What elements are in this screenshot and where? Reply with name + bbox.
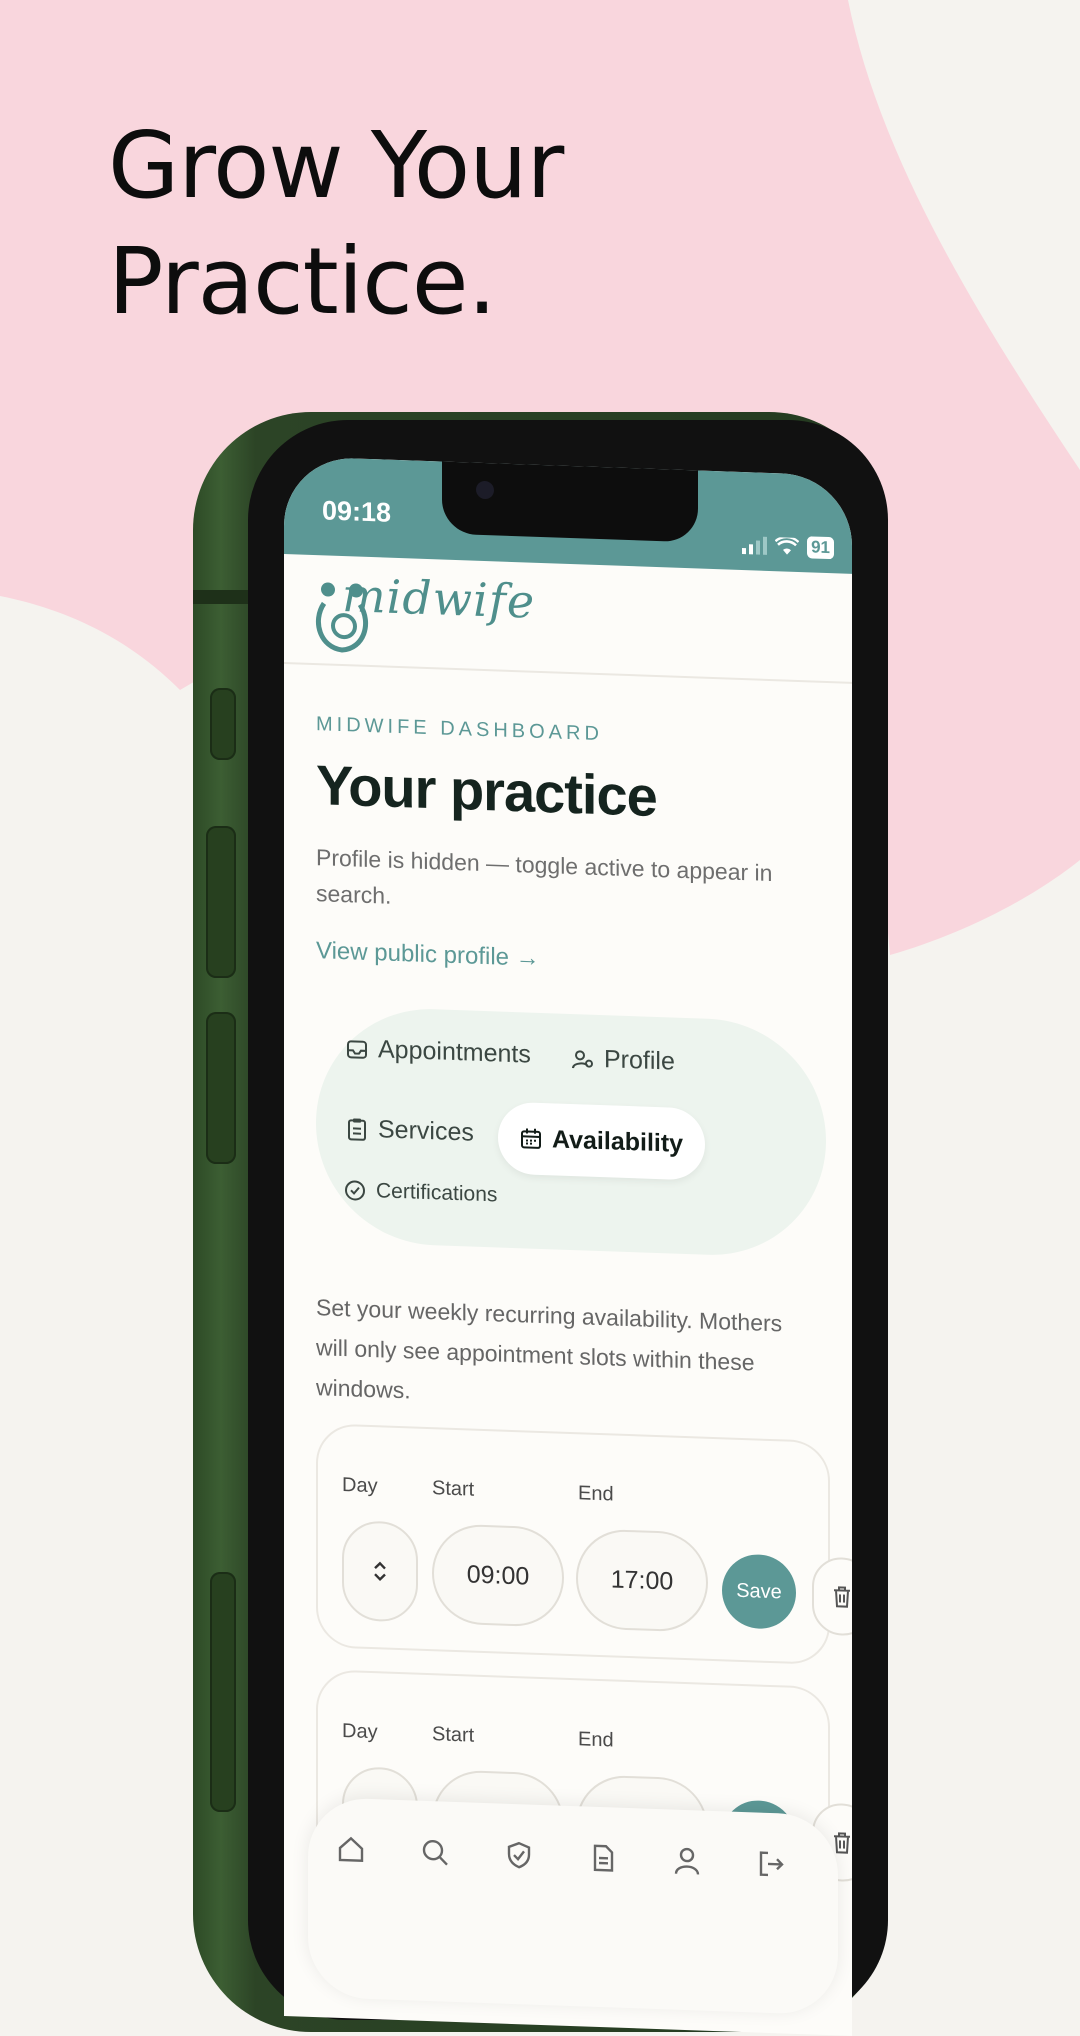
end-time-input[interactable]: 17:00 — [576, 1528, 708, 1633]
mute-switch — [210, 688, 236, 760]
tab-appointments[interactable]: Appointments — [346, 1034, 531, 1069]
tab-appointments-label: Appointments — [378, 1035, 531, 1069]
battery-indicator: 91 — [807, 536, 834, 560]
document-icon — [593, 1844, 614, 1872]
end-label: End — [578, 1482, 614, 1506]
nav-logout[interactable] — [756, 1848, 786, 1884]
day-select[interactable] — [342, 1520, 418, 1623]
view-public-profile-link[interactable]: View public profile → — [316, 937, 540, 973]
dashboard-header: MIDWIFE DASHBOARD Your practice Profile … — [316, 713, 826, 983]
calendar-icon — [521, 1128, 541, 1149]
day-label: Day — [342, 1720, 378, 1744]
logout-icon — [759, 1851, 784, 1877]
shield-check-icon — [507, 1841, 531, 1869]
save-button[interactable]: Save — [722, 1553, 796, 1630]
status-icons: 91 — [742, 534, 834, 560]
user-icon — [674, 1847, 700, 1875]
tab-profile[interactable]: Profile — [572, 1044, 675, 1077]
volume-down-button — [206, 1012, 236, 1164]
headline-line-1: Grow Your — [108, 112, 564, 219]
notch — [442, 456, 698, 543]
trash-icon — [834, 1586, 850, 1608]
headline: Grow Your Practice. — [108, 108, 564, 340]
chevron-up-down-icon — [374, 1561, 386, 1582]
clipboard-icon — [348, 1117, 366, 1141]
trash-icon — [834, 1832, 850, 1854]
nav-search[interactable] — [420, 1837, 450, 1873]
signal-icon — [742, 536, 768, 555]
tab-services[interactable]: Services — [346, 1114, 474, 1147]
page-title: Your practice — [316, 753, 657, 829]
availability-description: Set your weekly recurring availability. … — [316, 1294, 783, 1404]
inbox-icon — [347, 1039, 367, 1059]
bottom-nav — [308, 1796, 838, 2016]
day-label: Day — [342, 1474, 378, 1498]
tab-availability-label: Availability — [552, 1124, 684, 1158]
nav-profile[interactable] — [672, 1846, 702, 1882]
profile-status-text: Profile is hidden — toggle active to app… — [316, 844, 773, 909]
tab-profile-label: Profile — [604, 1045, 675, 1076]
availability-slot: Day Start End 09:00 17:00 Save — [316, 1423, 852, 1666]
nav-home[interactable] — [336, 1834, 366, 1870]
app-header: midwife — [284, 554, 852, 684]
nav-documents[interactable] — [588, 1843, 618, 1879]
antenna-band — [193, 590, 251, 604]
start-label: Start — [432, 1723, 475, 1747]
home-icon — [338, 1836, 364, 1862]
front-camera — [476, 480, 494, 500]
tab-certifications-label: Certifications — [376, 1179, 498, 1207]
tab-certifications[interactable]: Certifications — [344, 1178, 497, 1207]
badge-check-icon — [345, 1180, 365, 1201]
wifi-icon — [775, 537, 800, 555]
status-time: 09:18 — [322, 495, 392, 528]
tab-availability[interactable]: Availability — [498, 1101, 706, 1181]
side-button — [210, 1572, 236, 1812]
dashboard-eyebrow: MIDWIFE DASHBOARD — [316, 713, 603, 746]
search-icon — [422, 1839, 448, 1866]
end-label: End — [578, 1728, 614, 1752]
tab-services-label: Services — [378, 1115, 474, 1147]
volume-up-button — [206, 826, 236, 978]
nav-verified[interactable] — [504, 1840, 534, 1876]
dashboard-tabs: Appointments Profile Services Availabili… — [316, 1005, 826, 1259]
app-logo-text: midwife — [342, 568, 536, 629]
start-time-input[interactable]: 09:00 — [432, 1523, 564, 1628]
start-label: Start — [432, 1477, 475, 1501]
headline-line-2: Practice. — [108, 228, 497, 335]
delete-slot-button[interactable] — [812, 1556, 852, 1637]
user-gear-icon — [572, 1049, 593, 1068]
phone-screen: 09:18 91 midwife MIDWIFE DASHBOARD Your … — [284, 456, 852, 2036]
